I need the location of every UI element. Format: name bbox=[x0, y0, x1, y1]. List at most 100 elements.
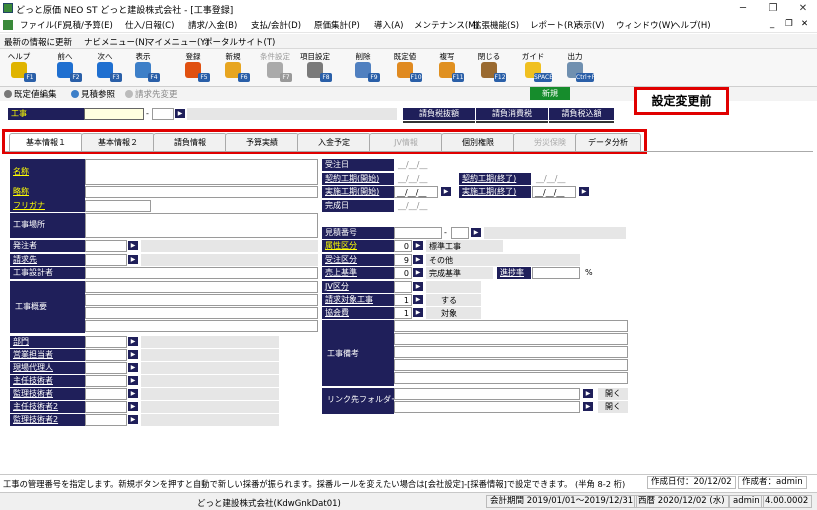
orderer-input[interactable] bbox=[85, 240, 127, 252]
overview-line-2[interactable] bbox=[85, 294, 318, 306]
preset-edit-button[interactable]: 既定値編集 bbox=[14, 88, 57, 100]
prev-button[interactable]: 前へ F2 bbox=[48, 49, 82, 87]
close-screen-button[interactable]: 閉じる F12 bbox=[472, 49, 506, 87]
my-menu-link[interactable]: マイメニュー(Y) bbox=[146, 36, 209, 48]
actual-start-lookup-button[interactable]: ▶ bbox=[441, 187, 451, 196]
billing-ref-button[interactable]: 請求先変更 bbox=[135, 88, 178, 100]
billing-target-code-input[interactable]: 1 bbox=[394, 294, 412, 306]
document-icon[interactable] bbox=[3, 20, 13, 30]
menu-billing[interactable]: 請求/入金(B) bbox=[188, 19, 237, 31]
completion-input[interactable]: __/__/__ bbox=[398, 200, 427, 212]
designer-input[interactable] bbox=[85, 267, 318, 279]
sales-lookup-button[interactable]: ▶ bbox=[128, 350, 138, 359]
orderer-lookup-button[interactable]: ▶ bbox=[128, 241, 138, 250]
actual-start-input[interactable]: __/__/__ bbox=[394, 186, 438, 198]
order-kind-code-input[interactable]: 9 bbox=[394, 254, 412, 266]
chief-lookup-button[interactable]: ▶ bbox=[128, 376, 138, 385]
menu-maintenance[interactable]: メンテナンス(M) bbox=[414, 19, 479, 31]
navi-menu-link[interactable]: ナビメニュー(N) bbox=[84, 36, 148, 48]
koji-code-input[interactable] bbox=[84, 108, 144, 120]
estimate-lookup-button[interactable]: ▶ bbox=[471, 228, 481, 237]
inner-close-button[interactable]: ✕ bbox=[801, 19, 808, 29]
menu-file[interactable]: ファイル(F) bbox=[20, 19, 66, 31]
attr-code-input[interactable]: 0 bbox=[394, 240, 412, 252]
notes-line-3[interactable] bbox=[394, 346, 628, 358]
condition-button[interactable]: 条件設定 F7 bbox=[258, 49, 292, 87]
supervisor2-input[interactable] bbox=[85, 414, 127, 426]
portal-link[interactable]: ポータルサイト(T) bbox=[204, 36, 275, 48]
jv-lookup-button[interactable]: ▶ bbox=[413, 282, 423, 291]
default-value-button[interactable]: 既定値 F10 bbox=[388, 49, 422, 87]
short-name-input[interactable] bbox=[85, 186, 318, 198]
sales-basis-lookup-button[interactable]: ▶ bbox=[413, 268, 423, 277]
estimate-no-input[interactable] bbox=[394, 227, 442, 239]
furigana-input[interactable] bbox=[85, 200, 151, 212]
koji-sub-input[interactable] bbox=[152, 108, 174, 120]
menu-report[interactable]: レポート(R) bbox=[530, 19, 577, 31]
billing-input[interactable] bbox=[85, 254, 127, 266]
chief2-lookup-button[interactable]: ▶ bbox=[128, 402, 138, 411]
site-input[interactable] bbox=[85, 213, 318, 238]
menu-estimate[interactable]: 見積/予算(E) bbox=[64, 19, 113, 31]
order-kind-lookup-button[interactable]: ▶ bbox=[413, 255, 423, 264]
supervisor2-lookup-button[interactable]: ▶ bbox=[128, 415, 138, 424]
minimize-button[interactable]: ─ bbox=[728, 1, 758, 16]
display-button[interactable]: 表示 F4 bbox=[126, 49, 160, 87]
delete-button[interactable]: 削除 F9 bbox=[346, 49, 380, 87]
menu-window[interactable]: ウィンドウ(W) bbox=[616, 19, 674, 31]
menu-setup[interactable]: 導入(A) bbox=[374, 19, 403, 31]
jv-code-input[interactable] bbox=[394, 281, 412, 293]
notes-line-2[interactable] bbox=[394, 333, 628, 345]
menu-payment[interactable]: 支払/会計(D) bbox=[251, 19, 301, 31]
menu-cost[interactable]: 原価集計(P) bbox=[314, 19, 360, 31]
estimate-ref-button[interactable]: 見積参照 bbox=[81, 88, 115, 100]
link-folder-browse-button-1[interactable]: ▶ bbox=[583, 389, 593, 398]
supervisor-lookup-button[interactable]: ▶ bbox=[128, 389, 138, 398]
link-folder-input-2[interactable] bbox=[394, 401, 580, 413]
open-link-button-1[interactable]: 開く bbox=[598, 388, 628, 400]
chief-input[interactable] bbox=[85, 375, 127, 387]
next-button[interactable]: 次へ F3 bbox=[88, 49, 122, 87]
assoc-fee-lookup-button[interactable]: ▶ bbox=[413, 308, 423, 317]
overview-line-3[interactable] bbox=[85, 307, 318, 319]
progress-input[interactable] bbox=[532, 267, 580, 279]
overview-line-4[interactable] bbox=[85, 320, 318, 332]
menu-purchase[interactable]: 仕入/日報(C) bbox=[125, 19, 174, 31]
name-input[interactable] bbox=[85, 159, 318, 185]
assoc-fee-code-input[interactable]: 1 bbox=[394, 307, 412, 319]
inner-minimize-button[interactable]: _ bbox=[770, 19, 774, 29]
help-button[interactable]: ヘルプ F1 bbox=[2, 49, 36, 87]
billing-lookup-button[interactable]: ▶ bbox=[128, 255, 138, 264]
register-button[interactable]: 登録 F5 bbox=[176, 49, 210, 87]
sales-input[interactable] bbox=[85, 349, 127, 361]
menu-help[interactable]: ヘルプ(H) bbox=[672, 19, 711, 31]
menu-extension[interactable]: 拡張機能(S) bbox=[473, 19, 519, 31]
new-button[interactable]: 新規 F6 bbox=[216, 49, 250, 87]
link-folder-browse-button-2[interactable]: ▶ bbox=[583, 402, 593, 411]
notes-line-5[interactable] bbox=[394, 372, 628, 384]
overview-line-1[interactable] bbox=[85, 281, 318, 293]
dept-lookup-button[interactable]: ▶ bbox=[128, 337, 138, 346]
restore-button[interactable]: ❐ bbox=[758, 1, 788, 16]
close-button[interactable]: ✕ bbox=[788, 1, 817, 16]
notes-line-4[interactable] bbox=[394, 359, 628, 371]
agent-lookup-button[interactable]: ▶ bbox=[128, 363, 138, 372]
copy-button[interactable]: 複写 F11 bbox=[430, 49, 464, 87]
koji-lookup-button[interactable]: ▶ bbox=[175, 109, 185, 118]
guide-button[interactable]: ガイド SPACE bbox=[516, 49, 553, 87]
chief2-input[interactable] bbox=[85, 401, 127, 413]
agent-input[interactable] bbox=[85, 362, 127, 374]
estimate-sub-input[interactable] bbox=[451, 227, 469, 239]
actual-end-input[interactable]: __/__/__ bbox=[532, 186, 576, 198]
link-folder-input-1[interactable] bbox=[394, 388, 580, 400]
actual-end-lookup-button[interactable]: ▶ bbox=[579, 187, 589, 196]
sales-basis-code-input[interactable]: 0 bbox=[394, 267, 412, 279]
contract-end-input[interactable]: __/__/__ bbox=[536, 173, 565, 185]
contract-start-input[interactable]: __/__/__ bbox=[398, 173, 427, 185]
attr-lookup-button[interactable]: ▶ bbox=[413, 241, 423, 250]
print-button[interactable]: 出力 Ctrl+P bbox=[558, 49, 595, 87]
notes-line-1[interactable] bbox=[394, 320, 628, 332]
inner-restore-button[interactable]: ❐ bbox=[785, 19, 793, 29]
dept-input[interactable] bbox=[85, 336, 127, 348]
open-link-button-2[interactable]: 開く bbox=[598, 401, 628, 413]
